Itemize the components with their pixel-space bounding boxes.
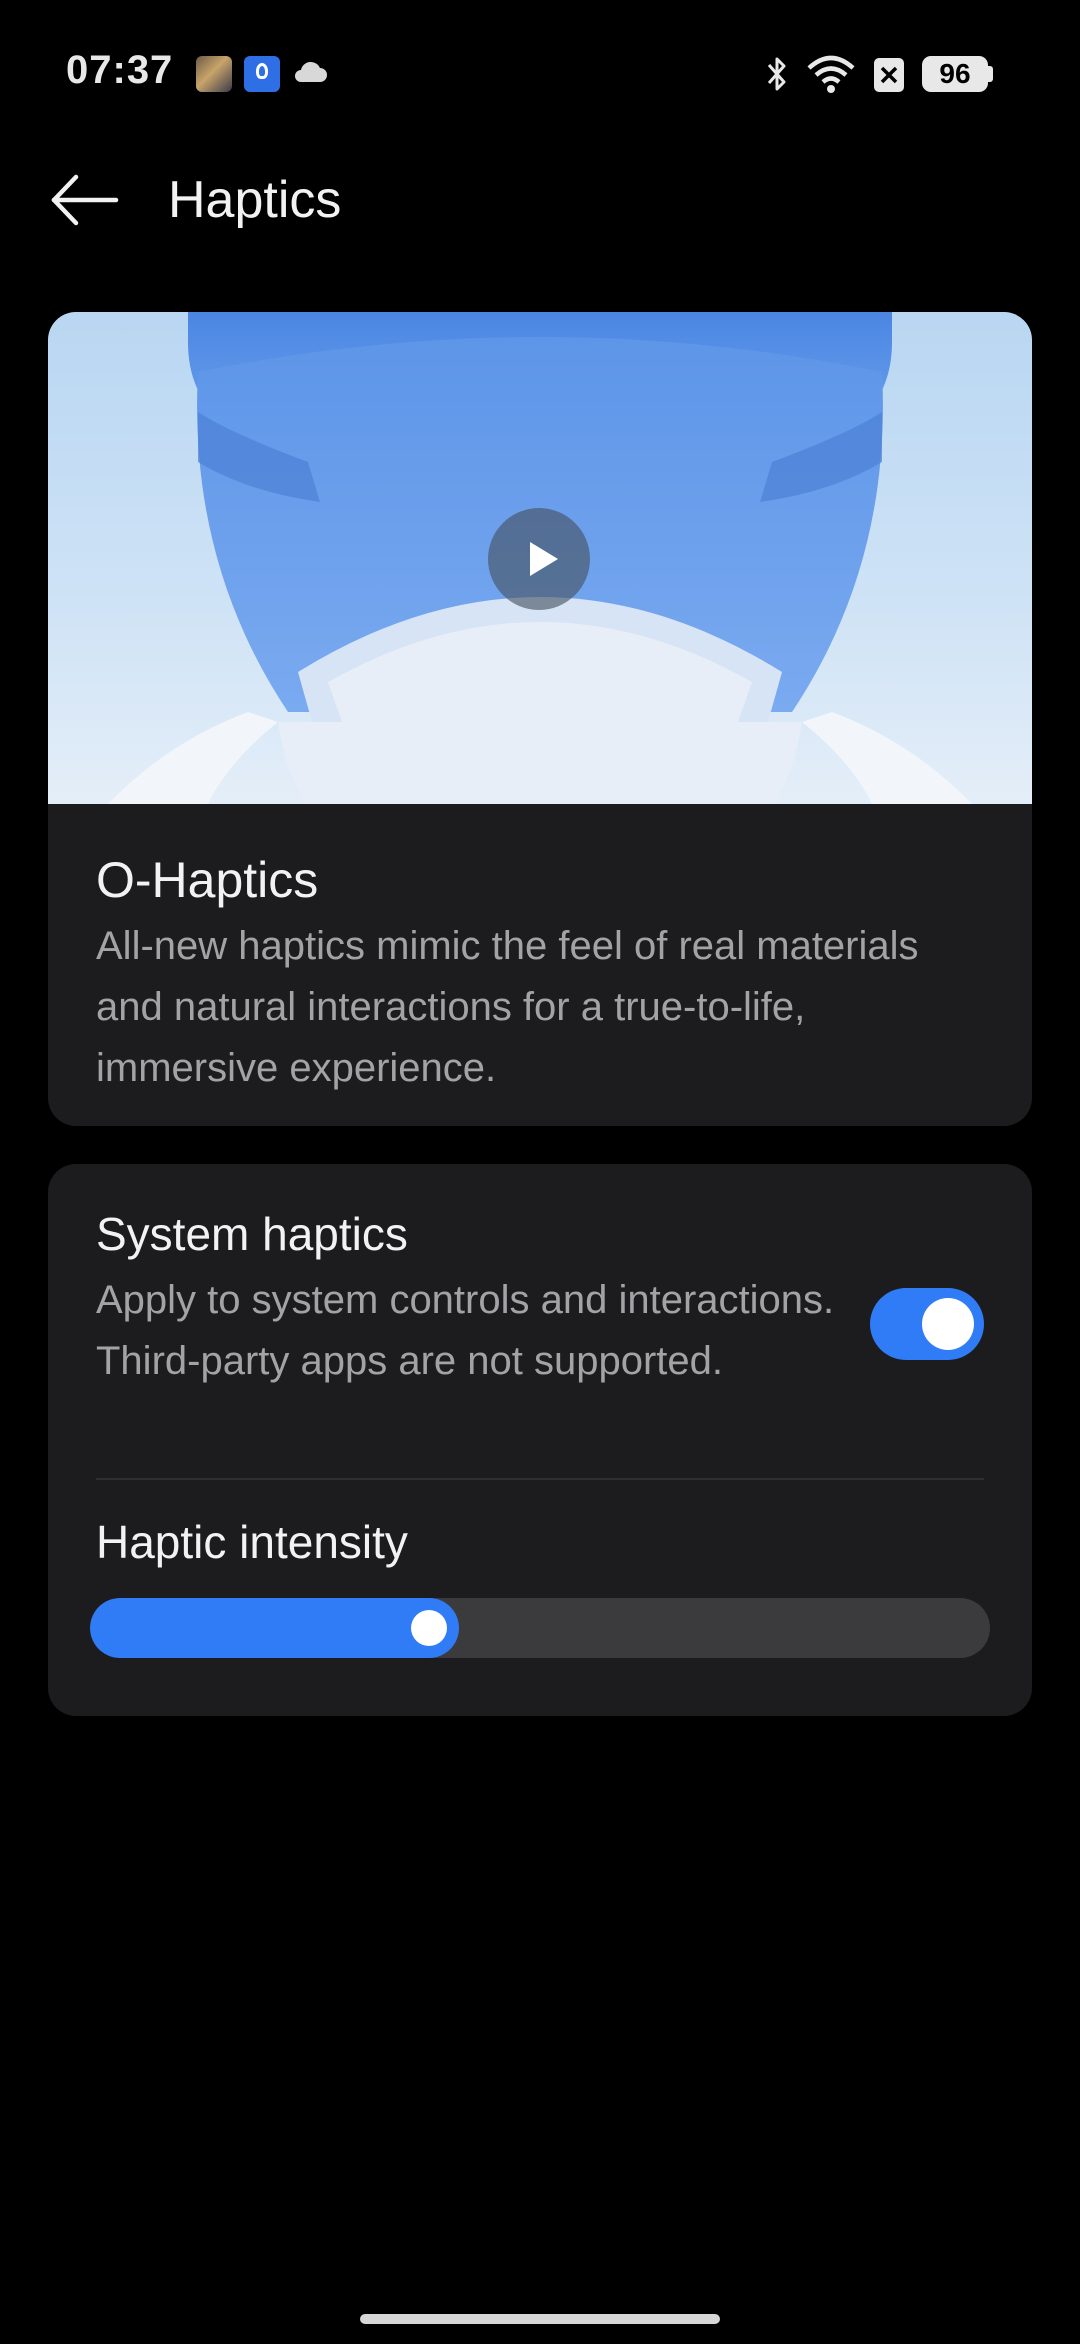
battery-tip bbox=[988, 66, 993, 82]
o-haptics-card: O-Haptics All-new haptics mimic the feel… bbox=[48, 312, 1032, 1126]
hero-video[interactable] bbox=[48, 312, 1032, 804]
o-haptics-title: O-Haptics bbox=[96, 852, 319, 908]
haptic-intensity-title: Haptic intensity bbox=[96, 1516, 408, 1568]
game-app-icon bbox=[196, 56, 232, 92]
bulb-app-icon bbox=[244, 56, 280, 92]
status-time: 07:37 bbox=[66, 48, 174, 92]
play-button[interactable] bbox=[488, 508, 590, 610]
cloud-icon bbox=[295, 61, 327, 82]
page-title: Haptics bbox=[168, 171, 342, 229]
divider bbox=[96, 1478, 984, 1480]
sim-icon bbox=[874, 58, 904, 92]
slider-thumb[interactable] bbox=[411, 1610, 447, 1646]
wifi-icon bbox=[807, 55, 855, 93]
home-indicator[interactable] bbox=[360, 2314, 720, 2324]
arrow-left-icon bbox=[51, 174, 119, 226]
system-haptics-title: System haptics bbox=[96, 1208, 408, 1260]
system-haptics-toggle[interactable] bbox=[870, 1288, 984, 1360]
haptics-settings-card: System haptics Apply to system controls … bbox=[48, 1164, 1032, 1716]
haptic-intensity-slider[interactable] bbox=[90, 1598, 990, 1658]
o-haptics-description: All-new haptics mimic the feel of real m… bbox=[96, 924, 919, 1090]
back-button[interactable] bbox=[46, 162, 122, 238]
toggle-knob bbox=[922, 1298, 974, 1350]
system-haptics-description: Apply to system controls and interaction… bbox=[96, 1278, 835, 1383]
battery-icon: 96 bbox=[922, 56, 988, 92]
slider-fill bbox=[90, 1598, 459, 1658]
bluetooth-icon bbox=[767, 57, 786, 91]
haptics-settings-screen: 07:37 96 Haptics O-Haptics All-new hapti… bbox=[0, 0, 1080, 2344]
status-bar: 07:37 96 bbox=[0, 0, 1080, 150]
